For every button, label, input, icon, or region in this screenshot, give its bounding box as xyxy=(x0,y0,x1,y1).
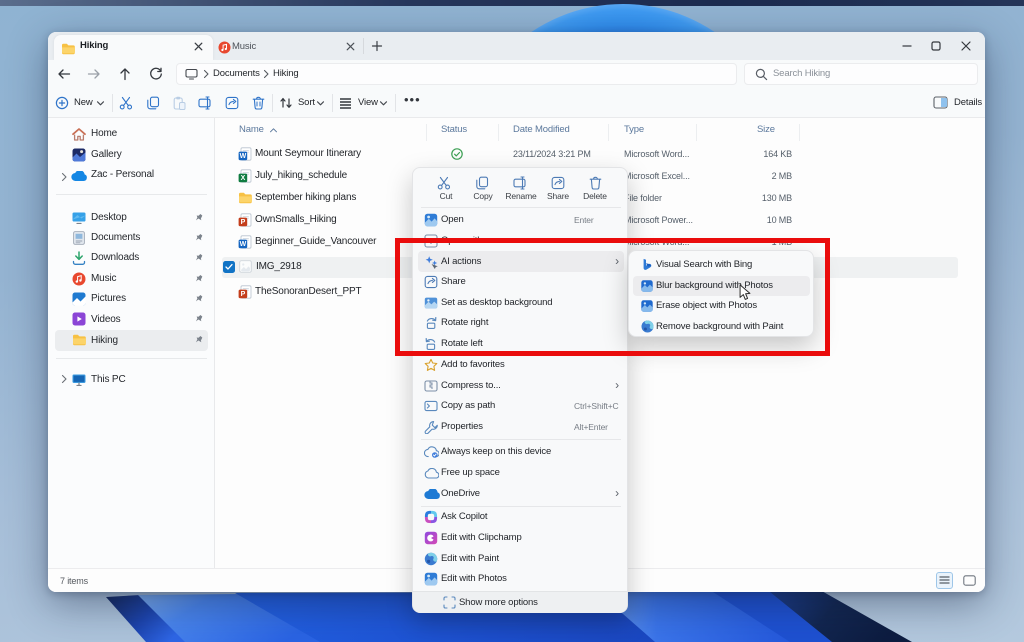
svg-text:X: X xyxy=(241,175,246,182)
svg-text:P: P xyxy=(241,291,246,298)
svg-text:W: W xyxy=(240,153,247,160)
svg-text:W: W xyxy=(240,241,247,248)
svg-text:P: P xyxy=(241,219,246,226)
